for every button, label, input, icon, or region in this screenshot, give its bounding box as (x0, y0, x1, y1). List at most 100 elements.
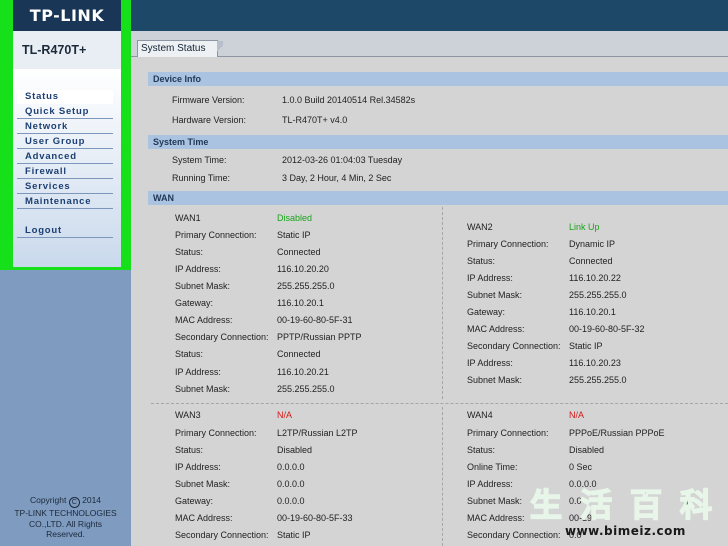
model-name: TL-R470T+ (13, 31, 121, 69)
wan3-row-value: Disabled (277, 445, 313, 455)
section-system-time: System Time (148, 135, 728, 149)
wan2-status: Link Up (569, 222, 600, 232)
wan3-name: WAN3 (175, 410, 201, 420)
wan1-status: Disabled (277, 213, 313, 223)
wan2-row-label: Gateway: (467, 307, 506, 317)
wan1-row-value: PPTP/Russian PPTP (277, 332, 362, 342)
wan4-row-label: MAC Address: (467, 513, 525, 523)
wan-column-divider (442, 207, 443, 399)
wan2-row-value: 00-19-60-80-5F-32 (569, 324, 645, 334)
firmware-label: Firmware Version: (172, 95, 245, 105)
wan1-row-label: IP Address: (175, 264, 221, 274)
hardware-value: TL-R470T+ v4.0 (282, 115, 348, 125)
menu-item-network[interactable]: Network (17, 120, 113, 134)
running-time-value: 3 Day, 2 Hour, 4 Min, 2 Sec (282, 173, 392, 183)
wan1-row-label: Gateway: (175, 298, 214, 308)
wan2-name: WAN2 (467, 222, 493, 232)
menu-item-maintenance[interactable]: Maintenance (17, 195, 113, 209)
wan3-row-label: Gateway: (175, 496, 214, 506)
wan1-row-value: 116.10.20.1 (277, 298, 324, 308)
wan1-row-label: Primary Connection: (175, 230, 257, 240)
wan2-row-label: Secondary Connection: (467, 341, 561, 351)
wan2-row-value: 116.10.20.22 (569, 273, 621, 283)
wan1-row-label: Status: (175, 349, 204, 359)
wan1-row-value: 116.10.20.20 (277, 264, 329, 274)
wan4-row-label: Status: (467, 445, 496, 455)
wan4-row-label: Online Time: (467, 462, 518, 472)
section-wan: WAN (148, 191, 728, 205)
running-time-label: Running Time: (172, 173, 231, 183)
menu-item-user-group[interactable]: User Group (17, 135, 113, 149)
wan4-name: WAN4 (467, 410, 493, 420)
wan2-row-label: Subnet Mask: (467, 290, 523, 300)
watermark-char: 生 (529, 485, 563, 525)
wan3-row-value: 00-19-60-80-5F-33 (277, 513, 353, 523)
wan4-status: N/A (569, 410, 585, 420)
wan4-row-label: Subnet Mask: (467, 496, 523, 506)
tab-strip: System Status (131, 31, 728, 57)
menu-item-advanced[interactable]: Advanced (17, 150, 113, 164)
wan2-row-label: Subnet Mask: (467, 375, 523, 385)
wan2-row-value: 116.10.20.1 (569, 307, 616, 317)
copyright-icon: C (68, 497, 80, 508)
left-sidebar: TP-LINK TL-R470T+ Status Quick Setup Net… (0, 0, 137, 546)
copyright-notice: Copyright C 2014 TP-LINK TECHNOLOGIES CO… (14, 495, 117, 539)
menu-item-status[interactable]: Status (17, 90, 113, 104)
wan3-row-value: 0.0.0.0 (277, 462, 305, 472)
wan1-row-value: 255.255.255.0 (277, 281, 335, 291)
menu-item-services[interactable]: Services (17, 180, 113, 194)
firmware-value: 1.0.0 Build 20140514 Rel.34582s (282, 95, 416, 105)
watermark-char: 百 (629, 485, 663, 525)
wan3-row-value: Static IP (277, 530, 311, 540)
wan4-row-value: Disabled (569, 445, 605, 455)
menu-item-logout[interactable]: Logout (17, 224, 113, 238)
wan1-row-value: Connected (277, 349, 321, 359)
wan4-row-label: IP Address: (467, 479, 513, 489)
watermark-url: www.bimeiz.com (565, 524, 686, 538)
wan3-row-label: Subnet Mask: (175, 479, 231, 489)
main-content: System Status Device Info Firmware Versi… (131, 31, 728, 546)
wan2-row-label: MAC Address: (467, 324, 525, 334)
wan2-row-value: Connected (569, 256, 613, 266)
menu-item-firewall[interactable]: Firewall (17, 165, 113, 179)
wan3-row-label: Primary Connection: (175, 428, 257, 438)
wan4-row-value: 0 Sec (569, 462, 593, 472)
wan1-row-label: IP Address: (175, 367, 221, 377)
wan1-row-label: Status: (175, 247, 204, 257)
wan3-row-value: L2TP/Russian L2TP (277, 428, 358, 438)
watermark-char: 活 (579, 485, 613, 525)
wan1-row-label: Secondary Connection: (175, 332, 269, 342)
wan3-row-label: MAC Address: (175, 513, 233, 523)
wan3-row-value: 0.0.0.0 (277, 479, 305, 489)
system-time-label: System Time: (172, 155, 227, 165)
wan-column-divider (442, 407, 443, 546)
wan1-row-value: 00-19-60-80-5F-31 (277, 315, 353, 325)
wan1-row-value: Static IP (277, 230, 311, 240)
wan4-row-label: Primary Connection: (467, 428, 549, 438)
watermark: 生 活 百 科 www.bimeiz.com (525, 482, 728, 546)
watermark-char: 科 (679, 485, 713, 525)
wan1-name: WAN1 (175, 213, 201, 223)
wan2-row-value: 116.10.20.23 (569, 358, 621, 368)
wan1-row-value: Connected (277, 247, 321, 257)
section-device-info: Device Info (148, 72, 728, 86)
wan2-row-value: Dynamic IP (569, 239, 616, 249)
wan2-row-label: Status: (467, 256, 496, 266)
tab-system-status[interactable]: System Status (137, 40, 224, 57)
wan4-row-value: PPPoE/Russian PPPoE (569, 428, 665, 438)
wan2-row-label: IP Address: (467, 358, 513, 368)
wan2-row-value: Static IP (569, 341, 603, 351)
wan1-row-value: 116.10.20.21 (277, 367, 329, 377)
hardware-label: Hardware Version: (172, 115, 247, 125)
wan1-row-label: Subnet Mask: (175, 384, 231, 394)
wan2-row-value: 255.255.255.0 (569, 375, 627, 385)
menu-item-quick-setup[interactable]: Quick Setup (17, 105, 113, 119)
tp-link-logo: TP-LINK (13, 0, 121, 31)
wan1-row-label: MAC Address: (175, 315, 233, 325)
wan3-row-label: Secondary Connection: (175, 530, 269, 540)
wan1-row-label: Subnet Mask: (175, 281, 231, 291)
wan2-row-label: Primary Connection: (467, 239, 549, 249)
wan2-row-value: 255.255.255.0 (569, 290, 627, 300)
wan3-row-value: 0.0.0.0 (277, 496, 305, 506)
nav-menu: Status Quick Setup Network User Group Ad… (13, 69, 121, 267)
